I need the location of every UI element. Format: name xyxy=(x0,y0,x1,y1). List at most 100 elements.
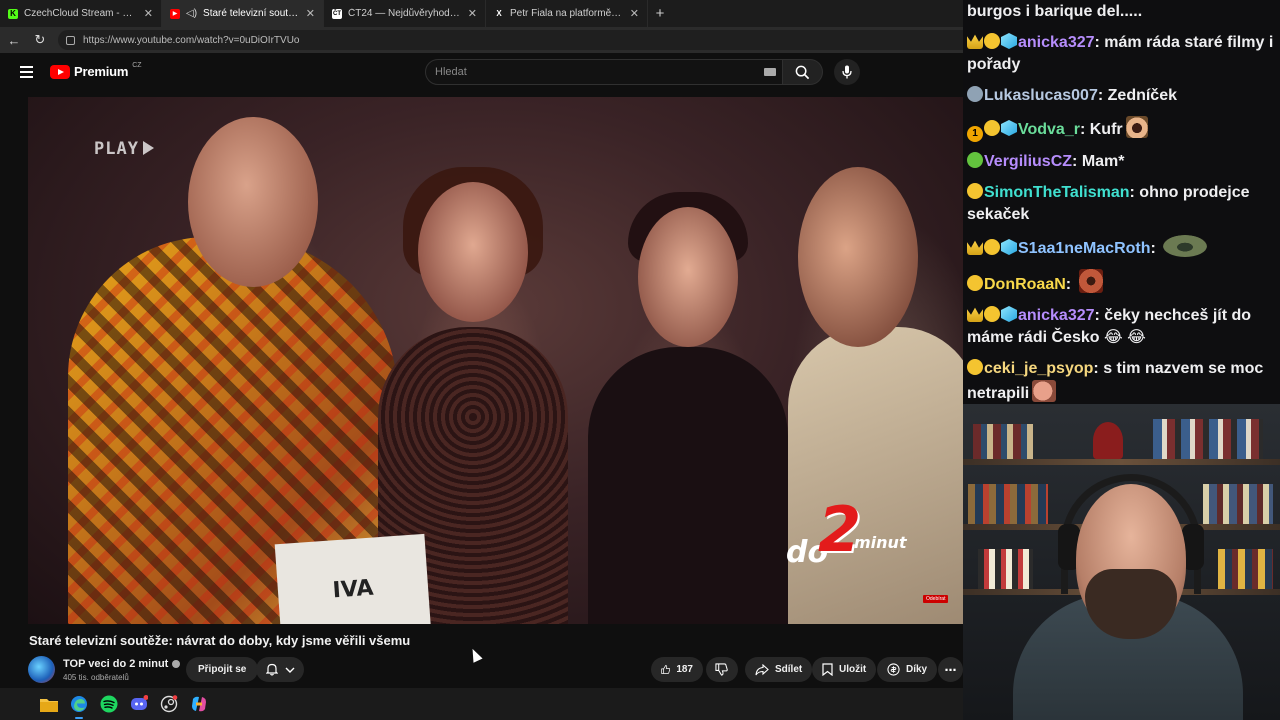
save-button[interactable]: Uložit xyxy=(812,657,877,682)
thanks-label: Díky xyxy=(906,664,928,675)
like-count: 187 xyxy=(676,664,693,675)
fist-badge-icon[interactable] xyxy=(984,239,1000,255)
chat-message: VergiliusCZ: Mam* xyxy=(967,151,1276,173)
chat-username[interactable]: anicka327 xyxy=(1018,307,1095,324)
close-icon[interactable]: ✕ xyxy=(306,7,315,20)
chat-username[interactable]: Lukaslucas007 xyxy=(984,87,1098,104)
join-button[interactable]: Připojit se xyxy=(186,657,259,682)
thanks-button[interactable]: Díky xyxy=(877,657,938,682)
fist-badge-icon[interactable] xyxy=(967,359,983,375)
spotify-icon[interactable] xyxy=(99,694,119,714)
close-icon[interactable]: ✕ xyxy=(468,7,477,20)
reload-icon[interactable]: ↻ xyxy=(32,32,48,48)
browser-tab-bar: K CzechCloud Stream - Watch Live o ✕ ▶ ◁… xyxy=(0,0,963,27)
chat-username[interactable]: anicka327 xyxy=(1018,34,1095,51)
youtube-logo[interactable]: Premium CZ xyxy=(50,62,142,79)
chat-username[interactable]: DonRoaaN xyxy=(984,276,1066,293)
subscribe-watermark[interactable]: Odebírat xyxy=(923,595,949,603)
show-logo: do 2 minut xyxy=(786,493,916,577)
microphone-icon xyxy=(842,65,852,79)
books xyxy=(973,424,1033,459)
share-button[interactable]: Sdílet xyxy=(745,657,813,682)
more-actions-button[interactable]: ⋯ xyxy=(938,657,963,682)
back-arrow-icon[interactable]: ← xyxy=(6,32,22,48)
dislike-button[interactable] xyxy=(706,657,738,682)
windows-icon[interactable] xyxy=(11,695,29,713)
fist-badge-icon[interactable] xyxy=(984,33,1000,49)
browser-tab-ct24[interactable]: ČT ČT24 — Nejdůvěryhodnější zpravo ✕ xyxy=(324,0,486,27)
browser-tab-kick[interactable]: K CzechCloud Stream - Watch Live o ✕ xyxy=(0,0,162,27)
close-icon[interactable]: ✕ xyxy=(630,7,639,20)
crown-badge-icon[interactable] xyxy=(967,34,983,49)
edge-icon[interactable] xyxy=(69,694,89,719)
chat-message: S1aa1neMacRoth: xyxy=(967,235,1276,260)
cube-badge-icon[interactable] xyxy=(1001,306,1017,322)
steam-icon[interactable] xyxy=(159,694,179,714)
cube-badge-icon[interactable] xyxy=(1001,239,1017,255)
bell-icon xyxy=(265,663,278,676)
chat-username[interactable]: VergiliusCZ xyxy=(984,153,1072,170)
cube-badge-icon[interactable] xyxy=(1001,33,1017,49)
chat-text: Zedníček xyxy=(1107,87,1177,104)
woman-head xyxy=(638,207,738,347)
crown-badge-icon[interactable] xyxy=(967,307,983,322)
fist-badge-icon[interactable] xyxy=(967,183,983,199)
chat-username[interactable]: ceki_je_psyop xyxy=(984,360,1093,377)
site-info-icon[interactable] xyxy=(66,35,75,45)
green-badge-icon[interactable] xyxy=(967,152,983,168)
cube-badge-icon[interactable] xyxy=(1001,120,1017,136)
tab-title: CzechCloud Stream - Watch Live o xyxy=(24,8,138,19)
chat-emote-face-small[interactable] xyxy=(1032,380,1057,402)
woman-in-black xyxy=(588,347,788,624)
number-one-badge-icon[interactable]: 1 xyxy=(967,126,983,142)
chat-message: anicka327: mám ráda staré filmy i pořady xyxy=(967,32,1276,76)
fist-badge-icon[interactable] xyxy=(984,120,1000,136)
search-button[interactable] xyxy=(783,59,823,85)
bookmark-icon xyxy=(822,663,833,676)
gray-badge-icon[interactable] xyxy=(967,86,983,102)
chat-username[interactable]: Vodva_r xyxy=(1018,121,1080,138)
fist-badge-icon[interactable] xyxy=(967,275,983,291)
chat-separator: : xyxy=(1097,87,1108,104)
video-title: Staré televizní soutěže: návrat do doby,… xyxy=(29,633,411,648)
url-field[interactable]: https://www.youtube.com/watch?v=0uDiOIrT… xyxy=(58,30,963,50)
books xyxy=(1218,549,1273,589)
new-tab-button[interactable]: + xyxy=(648,0,672,27)
keyboard-icon[interactable] xyxy=(764,68,776,76)
hamburger-menu-icon[interactable] xyxy=(20,66,33,78)
books xyxy=(1203,484,1273,524)
chat-username[interactable]: S1aa1neMacRoth xyxy=(1018,240,1151,257)
browser-tab-x[interactable]: X Petr Fiala na platformě X: „100 dní ✕ xyxy=(486,0,648,27)
chat-separator: : xyxy=(1065,276,1076,293)
crown-badge-icon[interactable] xyxy=(967,240,983,255)
mouse-cursor xyxy=(468,646,483,663)
chat-emote-face-shout[interactable] xyxy=(1125,116,1148,138)
like-button[interactable]: 187 xyxy=(651,657,703,682)
notification-button[interactable] xyxy=(256,657,304,682)
fist-badge-icon[interactable] xyxy=(984,306,1000,322)
file-explorer-icon[interactable] xyxy=(39,694,59,714)
thumbs-down-icon xyxy=(715,663,728,676)
close-icon[interactable]: ✕ xyxy=(144,7,153,20)
man-in-beige-shirt xyxy=(788,327,963,624)
windows-taskbar xyxy=(0,688,963,720)
video-player[interactable]: IVA PLAY do 2 minut Odebírat xyxy=(28,97,963,624)
x-favicon: X xyxy=(496,9,502,18)
voice-search-button[interactable] xyxy=(834,59,860,85)
search-input[interactable]: Hledat xyxy=(425,59,783,85)
chat-emote-face-wide[interactable] xyxy=(1163,235,1208,257)
share-label: Sdílet xyxy=(775,664,803,675)
copilot-icon[interactable] xyxy=(189,694,209,714)
chat-emote-face-red[interactable] xyxy=(1078,269,1103,293)
browser-tab-youtube[interactable]: ▶ ◁) Staré televizní soutěže: návrat ✕ xyxy=(162,0,324,27)
channel-avatar[interactable] xyxy=(28,656,55,683)
channel-name[interactable]: TOP veci do 2 minut xyxy=(63,658,168,670)
speaker-icon[interactable]: ◁) xyxy=(186,8,197,19)
chat-username[interactable]: SimonTheTalisman xyxy=(984,184,1130,201)
discord-icon[interactable] xyxy=(129,694,149,714)
logo-post: minut xyxy=(854,533,907,552)
youtube-favicon: ▶ xyxy=(170,8,180,19)
chevron-down-icon xyxy=(285,667,294,673)
search-placeholder: Hledat xyxy=(435,66,467,78)
address-bar: ← ↻ https://www.youtube.com/watch?v=0uDi… xyxy=(0,27,963,53)
